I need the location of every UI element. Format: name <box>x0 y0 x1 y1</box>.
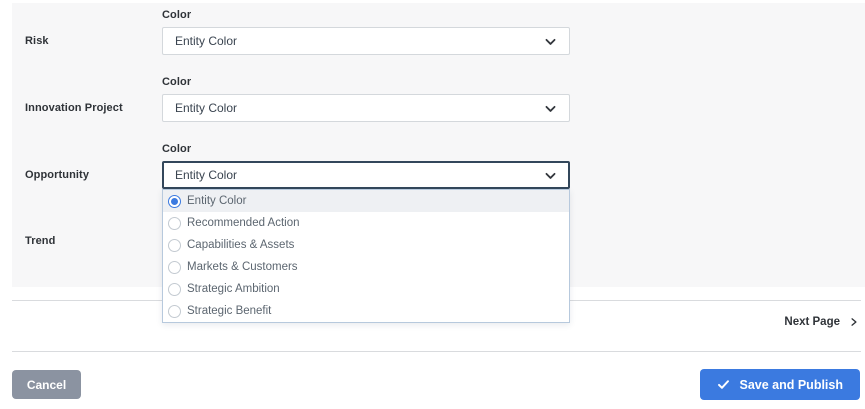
row-label-trend: Trend <box>25 235 56 247</box>
radio-unselected-icon <box>168 216 181 230</box>
save-and-publish-label: Save and Publish <box>739 377 843 392</box>
row-label-opportunity: Opportunity <box>25 169 90 181</box>
footer-divider <box>12 351 861 352</box>
dropdown-option-label: Strategic Benefit <box>187 305 272 317</box>
dropdown-option-label: Entity Color <box>187 195 247 207</box>
dropdown-option-label: Capabilities & Assets <box>187 239 295 251</box>
chevron-down-icon <box>544 35 557 48</box>
next-page-label: Next Page <box>784 316 840 328</box>
dropdown-option-label: Strategic Ambition <box>187 283 280 295</box>
color-dropdown-innovation-project[interactable]: Entity Color <box>162 94 570 122</box>
radio-selected-icon <box>168 194 181 208</box>
dropdown-option-entity-color[interactable]: Entity Color <box>163 190 569 212</box>
row-label-risk: Risk <box>25 35 49 47</box>
dropdown-option-label: Recommended Action <box>187 217 300 229</box>
next-page-button[interactable]: Next Page <box>784 316 859 328</box>
color-dropdown-risk[interactable]: Entity Color <box>162 27 570 55</box>
color-dropdown-menu: Entity Color Recommended Action Capabili… <box>162 189 570 323</box>
color-dropdown-opportunity[interactable]: Entity Color <box>162 161 570 189</box>
color-field-label-innovation-project: Color <box>162 76 192 88</box>
radio-unselected-icon <box>168 238 181 252</box>
dropdown-option-recommended-action[interactable]: Recommended Action <box>163 212 569 234</box>
dropdown-option-capabilities-assets[interactable]: Capabilities & Assets <box>163 234 569 256</box>
color-dropdown-innovation-project-value: Entity Color <box>175 101 238 115</box>
color-dropdown-opportunity-value: Entity Color <box>175 168 238 182</box>
dropdown-option-label: Markets & Customers <box>187 261 298 273</box>
radio-unselected-icon <box>168 260 181 274</box>
cancel-button[interactable]: Cancel <box>12 370 81 399</box>
dropdown-option-strategic-benefit[interactable]: Strategic Benefit <box>163 300 569 322</box>
chevron-down-icon <box>544 169 557 182</box>
color-field-label-opportunity: Color <box>162 143 192 155</box>
dropdown-option-markets-customers[interactable]: Markets & Customers <box>163 256 569 278</box>
color-dropdown-risk-value: Entity Color <box>175 34 238 48</box>
chevron-right-icon <box>849 317 859 327</box>
radio-unselected-icon <box>168 282 181 296</box>
save-and-publish-button[interactable]: Save and Publish <box>700 369 860 400</box>
row-label-innovation-project: Innovation Project <box>25 102 123 114</box>
entity-color-settings-page: Risk Color Entity Color Innovation Proje… <box>0 0 865 409</box>
check-icon <box>717 378 730 391</box>
chevron-down-icon <box>544 102 557 115</box>
color-field-label-risk: Color <box>162 9 192 21</box>
dropdown-option-strategic-ambition[interactable]: Strategic Ambition <box>163 278 569 300</box>
radio-unselected-icon <box>168 304 181 318</box>
